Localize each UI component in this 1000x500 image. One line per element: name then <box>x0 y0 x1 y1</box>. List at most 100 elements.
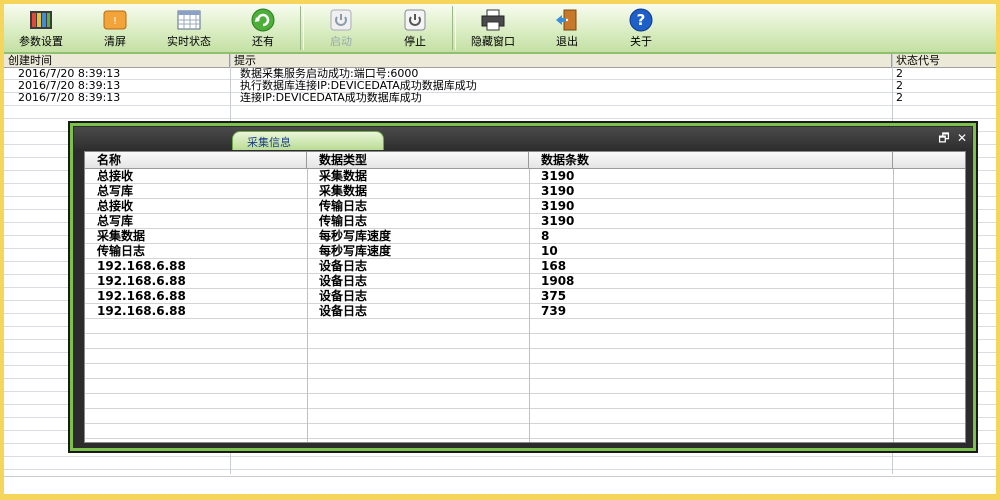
collection-grid[interactable]: 名称 数据类型 数据条数 总接收 采集数据 3190 总写库 采集数据 3190 总接收… <box>84 151 966 443</box>
table-row[interactable]: 192.168.6.88 设备日志 739 <box>85 304 965 319</box>
grid-cell-type: 设备日志 <box>319 289 368 303</box>
grid-cell-name: 192.168.6.88 <box>97 289 186 303</box>
clear-screen-button[interactable]: ! 清屏 <box>78 4 152 52</box>
power-icon <box>328 8 354 32</box>
grid-cell-type: 采集数据 <box>319 184 368 198</box>
grid-cell-type: 采集数据 <box>319 169 368 183</box>
settings-label: 参数设置 <box>19 35 63 48</box>
table-row[interactable]: 2016/7/20 8:39:13 连接IP:DEVICEDATA成功数据库成功… <box>4 92 996 104</box>
grid-cell-type: 设备日志 <box>319 259 368 273</box>
table-row[interactable]: 2016/7/20 8:39:13 执行数据库连接IP:DEVICEDATA成功… <box>4 80 996 92</box>
close-icon[interactable]: ✕ <box>954 130 970 146</box>
help-icon: ? <box>628 8 654 32</box>
dialog-titlebar[interactable]: 采集信息 🗗 ✕ <box>74 127 972 150</box>
realtime-status-button[interactable]: 实时状态 <box>152 4 226 52</box>
grid-cell-type: 传输日志 <box>319 199 368 213</box>
log-cell-tip: 数据采集服务启动成功:端口号:6000 <box>240 68 419 80</box>
grid-header-name[interactable]: 名称 <box>85 152 307 168</box>
grid-cell-name: 传输日志 <box>97 244 146 258</box>
grid-cell-count: 168 <box>541 259 567 273</box>
dialog-title: 采集信息 <box>247 136 291 149</box>
log-header-time[interactable]: 创建时间 <box>4 54 230 67</box>
printer-icon <box>480 8 506 32</box>
grid-cell-type: 每秒写库速度 <box>319 229 392 243</box>
hide-window-label: 隐藏窗口 <box>471 35 515 48</box>
toolbar: 参数设置 ! 清屏 实时状态 还有 启动 停止 隐藏窗口 退出 ? 关于 <box>4 4 996 54</box>
clear-screen-icon: ! <box>102 8 128 32</box>
table-row[interactable]: 192.168.6.88 设备日志 375 <box>85 289 965 304</box>
log-cell-time: 2016/7/20 8:39:13 <box>18 68 121 80</box>
table-row[interactable]: 采集数据 每秒写库速度 8 <box>85 229 965 244</box>
grid-cell-name: 192.168.6.88 <box>97 259 186 273</box>
about-button[interactable]: ? 关于 <box>604 4 678 52</box>
log-cell-code: 2 <box>896 92 903 104</box>
log-cell-time: 2016/7/20 8:39:13 <box>18 92 121 104</box>
grid-header-count[interactable]: 数据条数 <box>529 152 893 168</box>
log-header: 创建时间 提示 状态代号 <box>4 54 996 68</box>
column-divider <box>893 169 894 442</box>
exit-label: 退出 <box>556 35 578 48</box>
log-cell-tip: 连接IP:DEVICEDATA成功数据库成功 <box>240 92 422 104</box>
grid-cell-count: 8 <box>541 229 550 243</box>
column-divider <box>307 169 308 442</box>
log-cell-code: 2 <box>896 80 903 92</box>
log-cell-code: 2 <box>896 68 903 80</box>
realtime-status-label: 实时状态 <box>167 35 211 48</box>
stop-label: 停止 <box>404 35 426 48</box>
grid-cell-name: 192.168.6.88 <box>97 304 186 318</box>
table-row[interactable]: 总接收 传输日志 3190 <box>85 199 965 214</box>
grid-cell-name: 采集数据 <box>97 229 146 243</box>
table-row[interactable]: 传输日志 每秒写库速度 10 <box>85 244 965 259</box>
grid-rows: 总接收 采集数据 3190 总写库 采集数据 3190 总接收 传输日志 3190 总写库传… <box>85 169 965 442</box>
grid-cell-count: 3190 <box>541 169 575 183</box>
grid-cell-name: 192.168.6.88 <box>97 274 186 288</box>
grid-cell-type: 设备日志 <box>319 304 368 318</box>
about-label: 关于 <box>630 35 652 48</box>
start-label: 启动 <box>330 35 352 48</box>
grid-header-blank <box>893 152 965 168</box>
column-divider <box>529 169 530 442</box>
stop-button[interactable]: 停止 <box>378 4 452 52</box>
log-header-tip[interactable]: 提示 <box>230 54 892 67</box>
grid-cell-name: 总接收 <box>97 199 134 213</box>
grid-cell-count: 1908 <box>541 274 575 288</box>
grid-cell-count: 3190 <box>541 214 575 228</box>
log-cell-time: 2016/7/20 8:39:13 <box>18 80 121 92</box>
power-icon <box>402 8 428 32</box>
grid-cell-type: 设备日志 <box>319 274 368 288</box>
grid-cell-count: 3190 <box>541 184 575 198</box>
grid-header-type[interactable]: 数据类型 <box>307 152 529 168</box>
table-row[interactable]: 192.168.6.88 设备日志 168 <box>85 259 965 274</box>
log-header-code[interactable]: 状态代号 <box>892 54 996 67</box>
grid-cell-name: 总写库 <box>97 214 134 228</box>
table-row[interactable]: 总写库 传输日志 3190 <box>85 214 965 229</box>
settings-button[interactable]: 参数设置 <box>4 4 78 52</box>
restore-label: 还有 <box>252 35 274 48</box>
exit-door-icon <box>554 8 580 32</box>
grid-cell-name: 总写库 <box>97 184 134 198</box>
calendar-grid-icon <box>176 8 202 32</box>
grid-cell-count: 3190 <box>541 199 575 213</box>
log-rows: 2016/7/20 8:39:13 数据采集服务启动成功:端口号:6000 2 … <box>4 68 996 104</box>
hide-window-button[interactable]: 隐藏窗口 <box>456 4 530 52</box>
grid-header: 名称 数据类型 数据条数 <box>85 152 965 169</box>
restore-icon[interactable]: 🗗 <box>936 130 952 146</box>
table-row[interactable]: 2016/7/20 8:39:13 数据采集服务启动成功:端口号:6000 2 <box>4 68 996 80</box>
grid-cell-type: 传输日志 <box>319 214 368 228</box>
grid-cell-count: 375 <box>541 289 567 303</box>
restore-button[interactable]: 还有 <box>226 4 300 52</box>
table-row[interactable]: 总接收 采集数据 3190 <box>85 169 965 184</box>
log-cell-tip: 执行数据库连接IP:DEVICEDATA成功数据库成功 <box>240 80 477 92</box>
refresh-icon <box>250 8 276 32</box>
table-row[interactable]: 192.168.6.88 设备日志 1908 <box>85 274 965 289</box>
grid-cell-count: 10 <box>541 244 558 258</box>
exit-button[interactable]: 退出 <box>530 4 604 52</box>
dialog-title-tab: 采集信息 <box>232 131 384 150</box>
start-button[interactable]: 启动 <box>304 4 378 52</box>
table-row[interactable]: 总写库 采集数据 3190 <box>85 184 965 199</box>
clear-screen-label: 清屏 <box>104 35 126 48</box>
grid-cell-count: 739 <box>541 304 567 318</box>
collection-info-dialog: 采集信息 🗗 ✕ 名称 数据类型 数据条数 总接收 采集数据 3190 总写库 采集数… <box>68 121 978 453</box>
books-icon <box>28 8 54 32</box>
grid-cell-name: 总接收 <box>97 169 134 183</box>
